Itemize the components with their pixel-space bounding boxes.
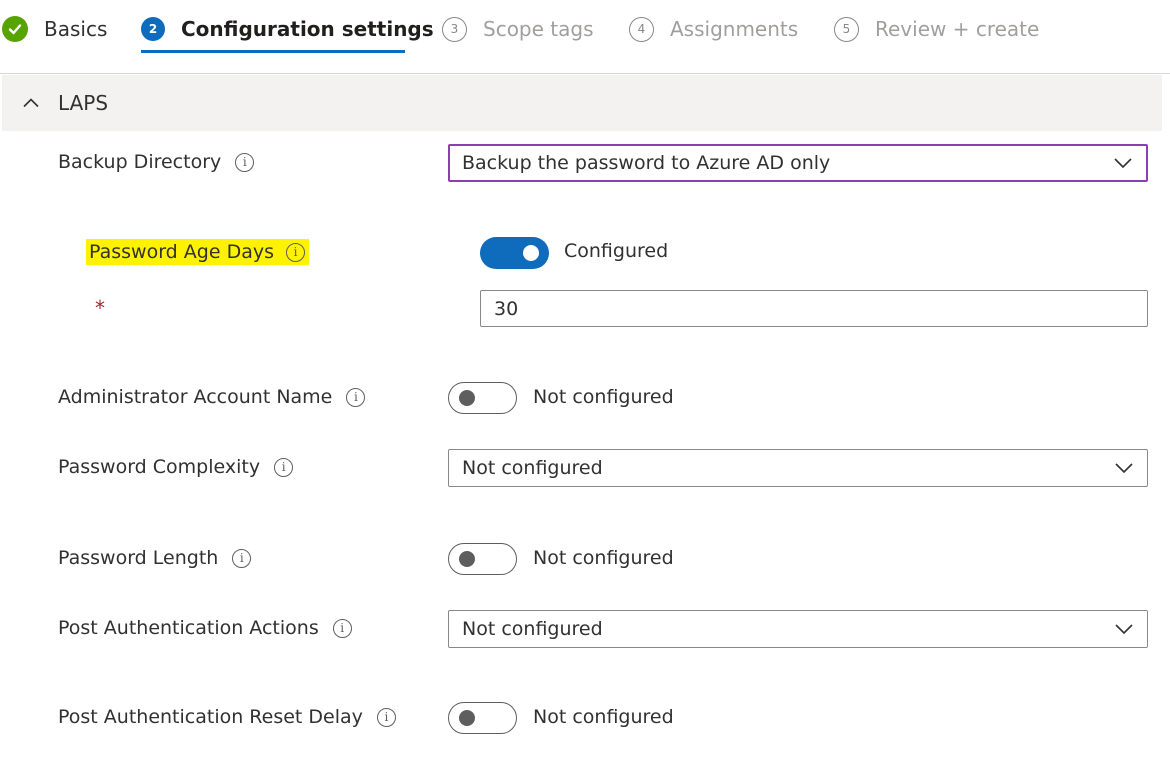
password-length-toggle-state: Not configured: [533, 547, 674, 569]
step-review-create[interactable]: 5 Review + create: [834, 12, 1039, 46]
password-age-days-toggle[interactable]: [480, 237, 549, 269]
step-label: Scope tags: [483, 17, 594, 41]
step-scope-tags[interactable]: 3 Scope tags: [442, 12, 594, 46]
dropdown-value: Backup the password to Azure AD only: [462, 152, 831, 174]
info-icon[interactable]: i: [346, 387, 366, 407]
toggle-knob: [459, 710, 475, 726]
step-label: Basics: [44, 17, 108, 41]
chevron-down-icon: [1115, 463, 1133, 474]
post-auth-reset-delay-toggle[interactable]: [448, 702, 517, 734]
wizard-steps: Basics 2 Configuration settings 3 Scope …: [0, 0, 1170, 74]
dropdown-value: Not configured: [462, 457, 603, 479]
step-label: Review + create: [875, 17, 1040, 41]
chevron-down-icon: [1115, 624, 1133, 635]
input-value: 30: [494, 297, 519, 320]
checkmark-icon: [2, 16, 28, 42]
info-icon[interactable]: i: [286, 242, 305, 262]
info-icon[interactable]: i: [376, 707, 396, 727]
highlighted-label: Password Age Days i: [86, 239, 309, 265]
setting-label-text: Password Age Days: [89, 241, 274, 263]
password-age-days-toggle-state: Configured: [564, 240, 669, 262]
admin-account-name-toggle-state: Not configured: [533, 386, 674, 408]
toggle-knob: [459, 551, 475, 567]
post-auth-actions-dropdown[interactable]: Not configured: [448, 610, 1148, 648]
info-icon[interactable]: i: [232, 548, 252, 568]
step-number-badge: 2: [141, 17, 165, 41]
backup-directory-dropdown[interactable]: Backup the password to Azure AD only: [448, 144, 1148, 182]
setting-label-text: Post Authentication Reset Delay: [58, 706, 363, 728]
section-title: LAPS: [58, 91, 109, 115]
setting-label-text: Backup Directory: [58, 151, 222, 173]
toggle-knob: [459, 390, 475, 406]
chevron-up-icon: [20, 92, 42, 114]
step-number-badge: 5: [834, 16, 859, 42]
section-header-laps[interactable]: LAPS: [2, 75, 1162, 131]
password-complexity-dropdown[interactable]: Not configured: [448, 449, 1148, 487]
backup-directory-label: Backup Directory i: [58, 151, 255, 173]
password-length-label: Password Length i: [58, 547, 252, 569]
step-number-badge: 4: [629, 16, 654, 42]
admin-account-name-label: Administrator Account Name i: [58, 386, 366, 408]
post-auth-reset-delay-label: Post Authentication Reset Delay i: [58, 706, 396, 728]
dropdown-value: Not configured: [462, 618, 603, 640]
step-label: Configuration settings: [181, 17, 434, 41]
setting-label-text: Password Length: [58, 547, 219, 569]
setting-label-text: Administrator Account Name: [58, 386, 333, 408]
required-asterisk: *: [95, 296, 105, 320]
chevron-down-icon: [1114, 158, 1132, 169]
step-label: Assignments: [670, 17, 799, 41]
step-basics[interactable]: Basics: [2, 12, 107, 46]
password-age-days-label: Password Age Days i: [86, 239, 309, 265]
step-assignments[interactable]: 4 Assignments: [629, 12, 798, 46]
toggle-knob: [523, 245, 539, 261]
admin-account-name-toggle[interactable]: [448, 382, 517, 414]
post-auth-actions-label: Post Authentication Actions i: [58, 617, 352, 639]
step-number-badge: 3: [442, 16, 467, 42]
info-icon[interactable]: i: [235, 152, 255, 172]
password-complexity-label: Password Complexity i: [58, 456, 294, 478]
setting-label-text: Password Complexity: [58, 456, 261, 478]
setting-label-text: Post Authentication Actions: [58, 617, 319, 639]
active-step-underline: [141, 50, 405, 53]
password-length-toggle[interactable]: [448, 543, 517, 575]
info-icon[interactable]: i: [332, 618, 352, 638]
post-auth-reset-delay-toggle-state: Not configured: [533, 706, 674, 728]
password-age-days-input[interactable]: 30: [480, 290, 1148, 327]
step-configuration-settings[interactable]: 2 Configuration settings: [141, 12, 434, 46]
info-icon[interactable]: i: [274, 457, 294, 477]
